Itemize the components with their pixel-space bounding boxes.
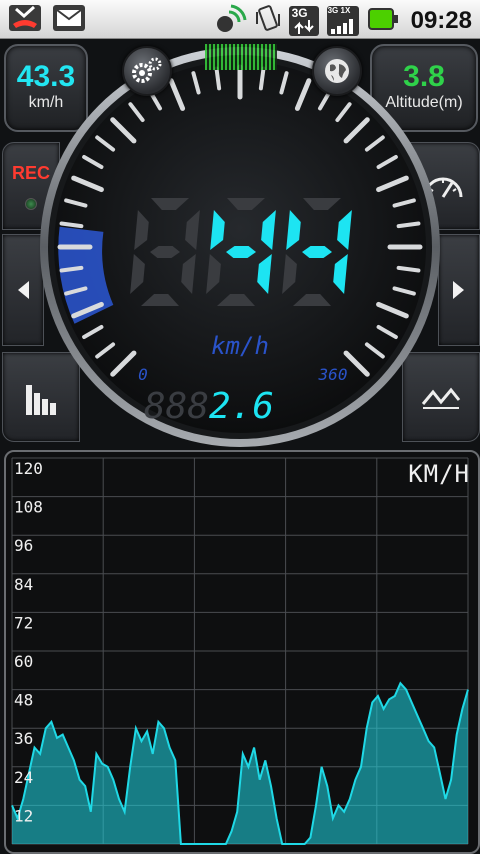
rec-led-icon (25, 197, 37, 210)
signal-strength-icon: 3G 1X (326, 6, 359, 36)
gauge-tick (396, 221, 421, 229)
signal-label: 3G 1X (327, 6, 351, 15)
vibrate-icon (255, 4, 281, 38)
gps-icon (215, 4, 247, 38)
chart-y-tick-label: 24 (14, 768, 33, 787)
odometer-ghost-digits: 888 (144, 386, 209, 427)
globe-icon (325, 59, 349, 83)
gauge-tick (59, 265, 84, 273)
speed-gauge: km/h 0 360 888 2.6 (40, 47, 440, 447)
next-button[interactable] (438, 234, 480, 346)
gauge-tick (214, 66, 222, 91)
gauge-tick (258, 66, 266, 91)
arrow-right-icon (453, 281, 464, 299)
status-bar: 3G 3G 1X 09:28 (0, 0, 480, 38)
settings-button[interactable] (122, 46, 172, 96)
network-3g-icon: 3G (288, 6, 319, 36)
chart-y-tick-label: 120 (14, 459, 43, 478)
missed-call-icon (8, 4, 42, 36)
gauge-scale-max: 360 (318, 365, 348, 384)
speed-history-chart: 120 108 96 84 72 60 48 36 24 12 KM/H (4, 450, 480, 854)
map-button[interactable] (312, 46, 362, 96)
speed-area (12, 683, 468, 844)
chart-y-tick-label: 36 (14, 729, 33, 748)
odometer-value: 2.6 (209, 386, 274, 427)
speed-history-plot: 120 108 96 84 72 60 48 36 24 12 (11, 457, 469, 845)
mail-icon (52, 4, 86, 36)
gauge-tick (396, 265, 421, 273)
gears-icon (132, 57, 162, 83)
chart-unit-label: KM/H (408, 460, 470, 488)
chart-y-tick-label: 60 (14, 652, 33, 671)
gauge-scale-min: 0 (138, 365, 148, 384)
chart-y-tick-label: 12 (14, 806, 33, 825)
chart-y-tick-label: 96 (14, 536, 33, 555)
chart-y-tick-label: 108 (14, 498, 43, 517)
chart-y-tick-label: 72 (14, 613, 33, 632)
chart-y-tick-label: 84 (14, 575, 33, 594)
arrow-left-icon (18, 281, 29, 299)
gauge-tick (59, 221, 84, 229)
network-3g-label: 3G (291, 6, 308, 20)
battery-icon (367, 7, 399, 35)
chart-y-tick-label: 48 (14, 691, 33, 710)
signal-level-indicator (205, 44, 277, 70)
gauge-unit: km/h (211, 332, 269, 360)
clock: 09:28 (410, 7, 472, 34)
